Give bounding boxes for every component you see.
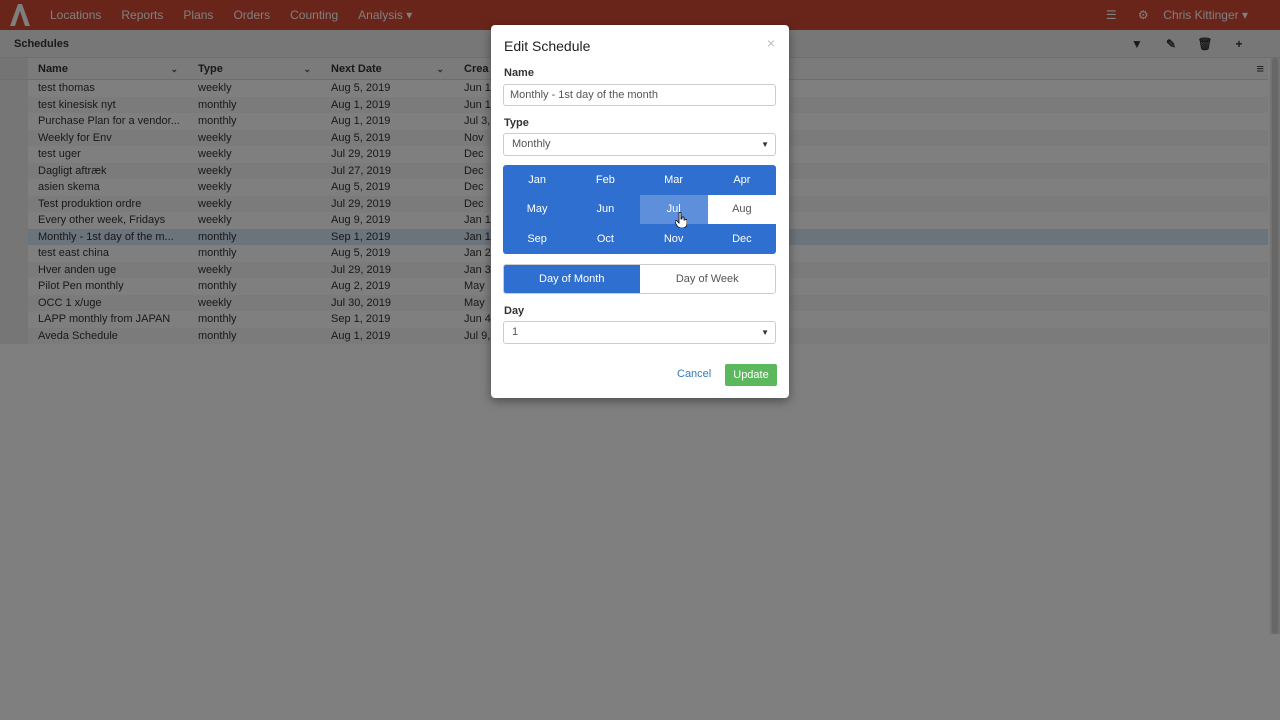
month-nov[interactable]: Nov [640,224,708,254]
day-mode-toggle: Day of Month Day of Week [503,264,776,294]
month-picker: Jan Feb Mar Apr May Jun Jul Aug Sep Oct … [503,165,776,254]
type-select-value: Monthly [512,138,551,150]
modal-title: Edit Schedule [504,38,591,54]
month-jan[interactable]: Jan [503,165,571,195]
month-aug[interactable]: Aug [707,194,776,225]
month-feb[interactable]: Feb [571,165,639,195]
cancel-button[interactable]: Cancel [677,368,711,380]
month-oct[interactable]: Oct [571,224,639,254]
month-mar[interactable]: Mar [640,165,708,195]
month-jul[interactable]: Jul [639,194,708,225]
day-select[interactable]: 1 ▼ [503,321,776,344]
update-button[interactable]: Update [725,364,777,386]
month-may[interactable]: May [503,195,571,225]
name-label: Name [504,67,534,79]
name-input[interactable] [503,84,776,106]
edit-schedule-modal: Edit Schedule × Name Type Monthly ▼ Jan … [491,25,789,398]
hand-cursor-icon [675,212,687,228]
day-of-month-button[interactable]: Day of Month [504,265,640,293]
close-icon[interactable]: × [767,35,775,51]
month-sep[interactable]: Sep [503,224,571,254]
day-of-week-button[interactable]: Day of Week [639,265,775,293]
day-select-value: 1 [512,326,519,338]
month-jun[interactable]: Jun [571,195,639,225]
type-label: Type [504,117,529,129]
day-label: Day [504,305,525,317]
month-apr[interactable]: Apr [708,165,776,195]
caret-down-icon: ▼ [761,140,769,149]
month-dec[interactable]: Dec [708,224,776,254]
type-select[interactable]: Monthly ▼ [503,133,776,156]
caret-down-icon: ▼ [761,328,769,337]
